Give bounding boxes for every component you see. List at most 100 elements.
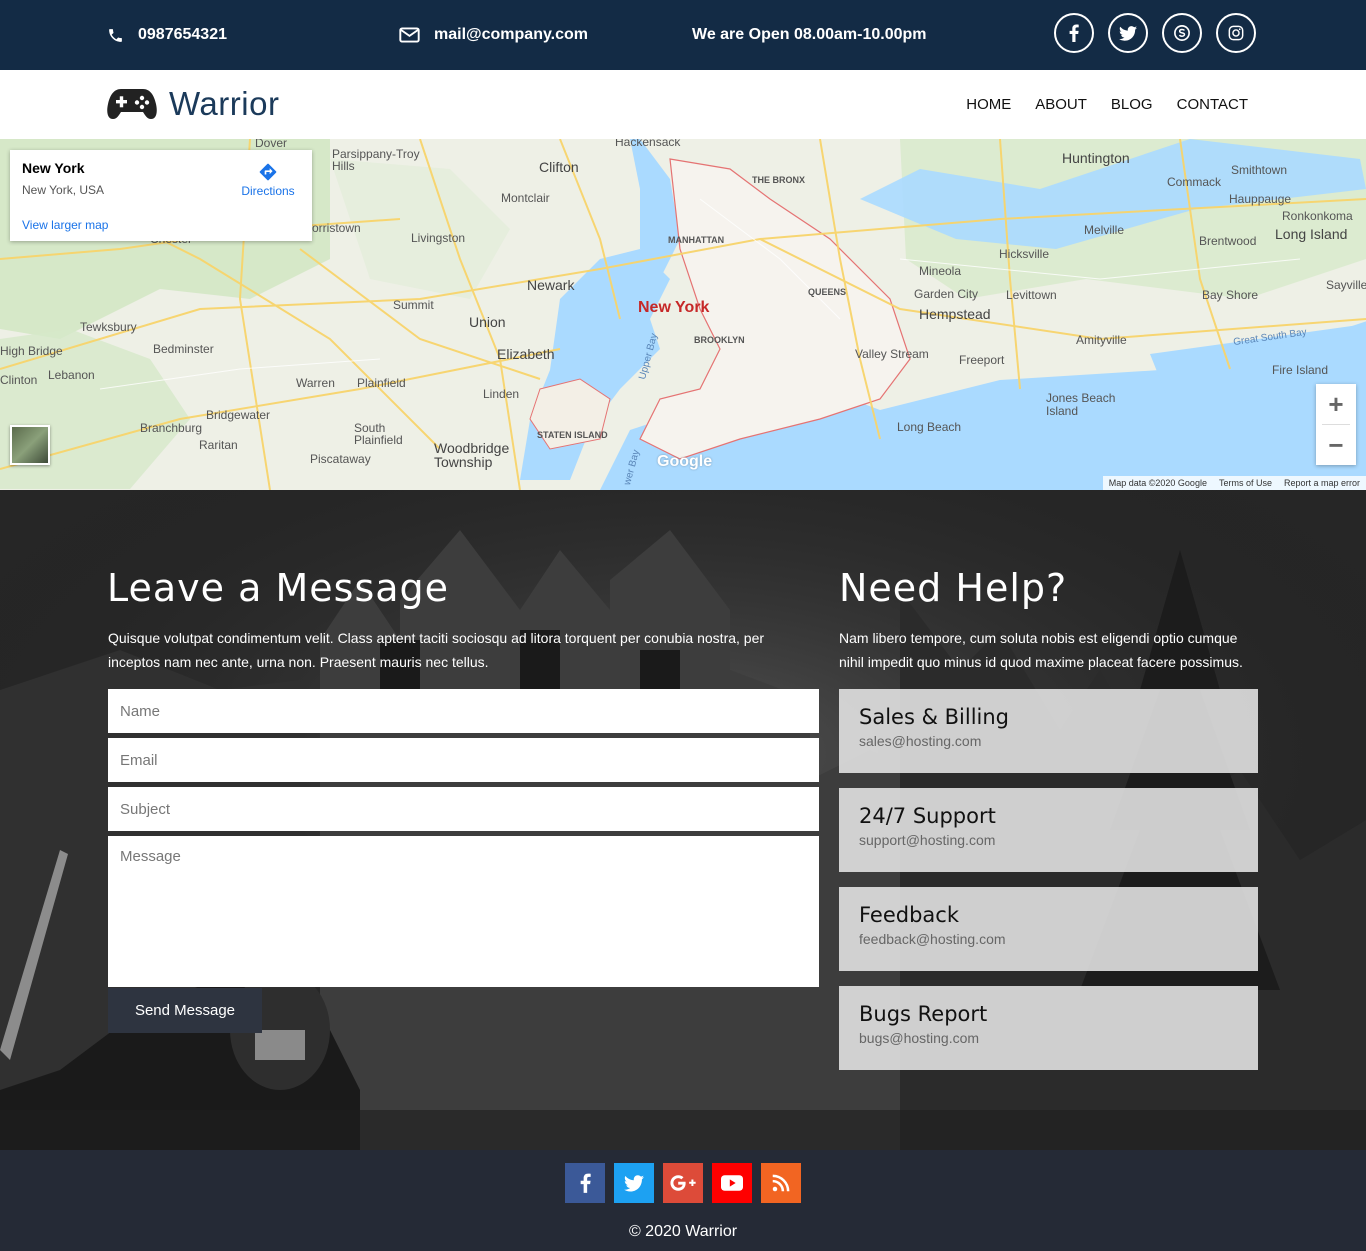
- map-label: BROOKLYN: [694, 335, 745, 345]
- map-label: Elizabeth: [497, 346, 555, 362]
- twitter-icon[interactable]: [614, 1163, 654, 1203]
- report-error-link[interactable]: Report a map error: [1284, 478, 1360, 488]
- help-card-email[interactable]: feedback@hosting.com: [859, 931, 1006, 947]
- copyright-text: © 2020 Warrior: [628, 1223, 738, 1240]
- google-logo: Google: [657, 453, 713, 470]
- help-card-support[interactable]: 24/7 Support support@hosting.com: [839, 788, 1258, 872]
- opening-hours: We are Open 08.00am-10.00pm: [692, 0, 927, 70]
- form-heading: Leave a Message: [107, 566, 450, 610]
- map-label: Huntington: [1062, 150, 1130, 166]
- map-label: Levittown: [1006, 288, 1057, 302]
- nav-contact[interactable]: CONTACT: [1177, 96, 1248, 113]
- map-label: Garden City: [914, 287, 979, 301]
- map-label: Linden: [483, 387, 520, 401]
- view-larger-map-link[interactable]: View larger map: [22, 218, 108, 232]
- youtube-icon[interactable]: [712, 1163, 752, 1203]
- satellite-toggle[interactable]: [10, 425, 50, 465]
- map-label: Hackensack: [615, 139, 681, 149]
- gamepad-icon: [107, 89, 157, 119]
- help-card-bugs[interactable]: Bugs Report bugs@hosting.com: [839, 986, 1258, 1070]
- nav-menu: HOME ABOUT BLOG CONTACT: [966, 70, 1248, 139]
- help-card-sales[interactable]: Sales & Billing sales@hosting.com: [839, 689, 1258, 773]
- directions-label: Directions: [241, 184, 295, 198]
- phone-number: 0987654321: [138, 26, 227, 43]
- nav-about[interactable]: ABOUT: [1035, 96, 1087, 113]
- google-plus-icon[interactable]: [663, 1163, 703, 1203]
- zoom-in-icon[interactable]: +: [1316, 384, 1356, 424]
- hours-text: We are Open 08.00am-10.00pm: [692, 26, 927, 43]
- phone-contact: 0987654321: [107, 0, 227, 70]
- directions-button[interactable]: Directions: [238, 162, 298, 198]
- map-label: Livingston: [411, 231, 466, 245]
- site-footer: © 2020 Warrior: [0, 1150, 1366, 1251]
- map-label: Woodbridge Township: [434, 440, 510, 470]
- place-title: New York: [22, 160, 85, 176]
- nav-home[interactable]: HOME: [966, 96, 1011, 113]
- top-social-links: [1054, 13, 1256, 53]
- map-label: Bedminster: [153, 342, 214, 356]
- map-label: Sayville: [1326, 278, 1366, 292]
- map-label: Fire Island: [1272, 363, 1329, 377]
- help-description: Nam libero tempore, cum soluta nobis est…: [839, 630, 1243, 670]
- skype-icon[interactable]: [1162, 13, 1202, 53]
- map-label: THE BRONX: [752, 175, 806, 185]
- map-label: Long Island: [1275, 226, 1348, 242]
- help-card-email[interactable]: sales@hosting.com: [859, 733, 981, 749]
- facebook-icon[interactable]: [1054, 13, 1094, 53]
- map-label: Piscataway: [310, 452, 371, 466]
- map-label: Warren: [296, 376, 335, 390]
- email-address: mail@company.com: [434, 26, 589, 43]
- map-label: High Bridge: [0, 344, 63, 358]
- subject-input[interactable]: [108, 787, 819, 831]
- help-card-feedback[interactable]: Feedback feedback@hosting.com: [839, 887, 1258, 971]
- map-attribution: Map data ©2020 Google Terms of Use Repor…: [1102, 476, 1366, 490]
- map-label: Mineola: [919, 264, 962, 278]
- phone-icon: [109, 28, 122, 42]
- nav-blog[interactable]: BLOG: [1111, 96, 1153, 113]
- contact-section: Leave a Message Quisque volutpat condime…: [0, 490, 1366, 1150]
- rss-icon[interactable]: [761, 1163, 801, 1203]
- email-input[interactable]: [108, 738, 819, 782]
- map-label: Dover: [255, 139, 288, 150]
- directions-icon: [259, 163, 277, 181]
- map-label: Union: [469, 314, 506, 330]
- zoom-out-icon[interactable]: −: [1316, 425, 1356, 465]
- place-address: New York, USA: [22, 183, 105, 197]
- map-label: Lebanon: [48, 368, 95, 382]
- map-label: Ronkonkoma: [1282, 209, 1353, 223]
- map-label: MANHATTAN: [668, 235, 725, 245]
- twitter-icon[interactable]: [1108, 13, 1148, 53]
- map-label: Clifton: [539, 159, 579, 175]
- map-label: Commack: [1167, 175, 1222, 189]
- help-card-email[interactable]: bugs@hosting.com: [859, 1030, 979, 1046]
- main-navbar: Warrior HOME ABOUT BLOG CONTACT: [0, 70, 1366, 139]
- map-label: Plainfield: [357, 376, 406, 390]
- map-label: Parsippany-Troy Hills: [332, 147, 420, 173]
- brand-name: Warrior: [169, 85, 280, 122]
- message-textarea[interactable]: [108, 836, 819, 987]
- map-label: Clinton: [0, 373, 38, 387]
- map-data-credit: Map data ©2020 Google: [1108, 478, 1207, 488]
- help-card-title: 24/7 Support: [859, 804, 996, 828]
- send-message-button[interactable]: Send Message: [108, 988, 262, 1033]
- help-card-title: Sales & Billing: [859, 705, 1010, 729]
- map-label: Hempstead: [919, 306, 991, 322]
- name-input[interactable]: [108, 689, 819, 733]
- embedded-map[interactable]: New York MANHATTAN BROOKLYN QUEENS THE B…: [0, 139, 1366, 490]
- help-card-email[interactable]: support@hosting.com: [859, 832, 995, 848]
- map-label: Hicksville: [999, 247, 1050, 261]
- map-label: Summit: [393, 298, 434, 312]
- map-label: orristown: [312, 221, 361, 235]
- instagram-icon[interactable]: [1216, 13, 1256, 53]
- map-label: Hauppauge: [1229, 192, 1292, 206]
- map-label: Freeport: [959, 353, 1005, 367]
- map-label-new-york: New York: [638, 299, 710, 316]
- map-label: Bridgewater: [206, 408, 271, 422]
- map-label: Tewksbury: [80, 320, 137, 334]
- envelope-icon: [399, 27, 420, 43]
- facebook-icon[interactable]: [565, 1163, 605, 1203]
- map-label: Melville: [1084, 223, 1125, 237]
- terms-link[interactable]: Terms of Use: [1219, 478, 1272, 488]
- brand-logo[interactable]: Warrior: [107, 85, 279, 123]
- map-label: STATEN ISLAND: [537, 430, 608, 440]
